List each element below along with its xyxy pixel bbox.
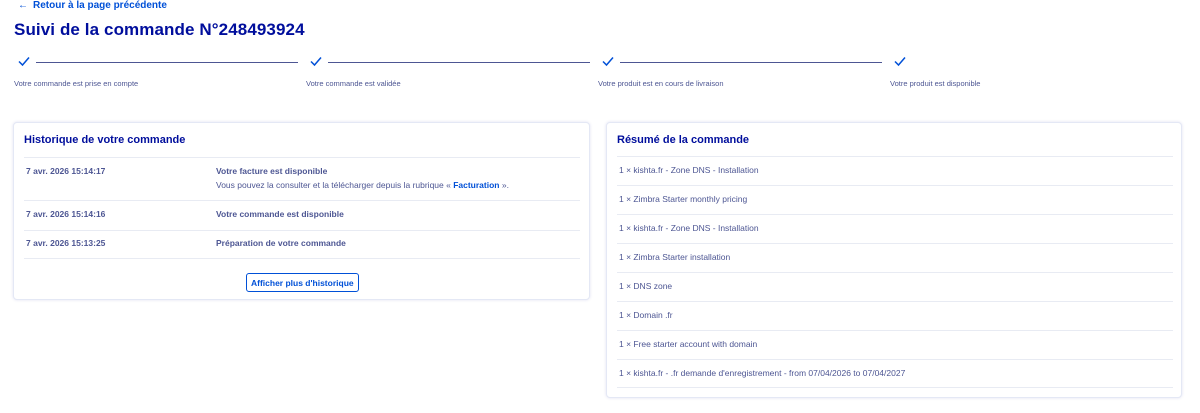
history-row: 7 avr. 2026 15:14:16 Votre commande est …	[24, 200, 580, 230]
history-card: Historique de votre commande 7 avr. 2026…	[13, 122, 590, 300]
tracker-step-label: Votre produit est disponible	[890, 79, 981, 88]
check-icon	[18, 57, 30, 67]
tracker-step-3: Votre produit est en cours de livraison	[598, 54, 890, 94]
check-icon	[602, 57, 614, 67]
summary-item: 1 × DNS zone	[617, 272, 1173, 301]
history-date: 7 avr. 2026 15:14:16	[26, 209, 106, 219]
summary-item: 1 × Domain .fr	[617, 301, 1173, 330]
history-row: 7 avr. 2026 15:13:25 Préparation de votr…	[24, 230, 580, 259]
summary-item: 1 × kishta.fr - .fr demande d'enregistre…	[617, 359, 1173, 388]
history-date: 7 avr. 2026 15:14:17	[26, 166, 106, 176]
history-event-title: Votre facture est disponible	[216, 166, 328, 176]
back-link[interactable]: ← Retour à la page précédente	[18, 0, 167, 11]
history-event-title: Votre commande est disponible	[216, 209, 344, 219]
tracker-step-1: Votre commande est prise en compte	[14, 54, 306, 94]
page-title: Suivi de la commande N°248493924	[14, 20, 305, 39]
summary-title: Résumé de la commande	[617, 134, 750, 146]
summary-item: 1 × Zimbra Starter installation	[617, 243, 1173, 272]
order-summary-card: Résumé de la commande 1 × kishta.fr - Zo…	[606, 122, 1182, 398]
arrow-left-icon: ←	[18, 0, 28, 11]
tracker-line	[328, 62, 590, 63]
summary-item: 1 × Free starter account with domain	[617, 330, 1173, 359]
tracker-step-label: Votre produit est en cours de livraison	[598, 79, 724, 88]
tracker-step-label: Votre commande est validée	[306, 79, 401, 88]
back-link-label: Retour à la page précédente	[33, 0, 167, 11]
tracker-step-label: Votre commande est prise en compte	[14, 79, 139, 88]
tracker-line	[36, 62, 298, 63]
order-progress-tracker: Votre commande est prise en compte Votre…	[14, 54, 1186, 94]
history-event-title: Préparation de votre commande	[216, 238, 346, 248]
summary-item: 1 × kishta.fr - Zone DNS - Installation	[617, 214, 1173, 243]
tracker-line	[620, 62, 882, 63]
tracker-step-2: Votre commande est validée	[306, 54, 598, 94]
history-title: Historique de votre commande	[24, 134, 186, 146]
check-icon	[310, 57, 322, 67]
billing-link[interactable]: Facturation	[453, 180, 499, 190]
summary-item: 1 × kishta.fr - Zone DNS - Installation	[617, 156, 1173, 185]
check-icon	[894, 57, 906, 67]
history-date: 7 avr. 2026 15:13:25	[26, 238, 106, 248]
show-more-history-button[interactable]: Afficher plus d'historique	[246, 273, 359, 292]
summary-item: 1 × Zimbra Starter monthly pricing	[617, 185, 1173, 214]
history-event-desc: Vous pouvez la consulter et la télécharg…	[216, 180, 509, 190]
history-row: 7 avr. 2026 15:14:17 Votre facture est d…	[24, 157, 580, 200]
tracker-step-4: Votre produit est disponible	[890, 54, 1182, 94]
